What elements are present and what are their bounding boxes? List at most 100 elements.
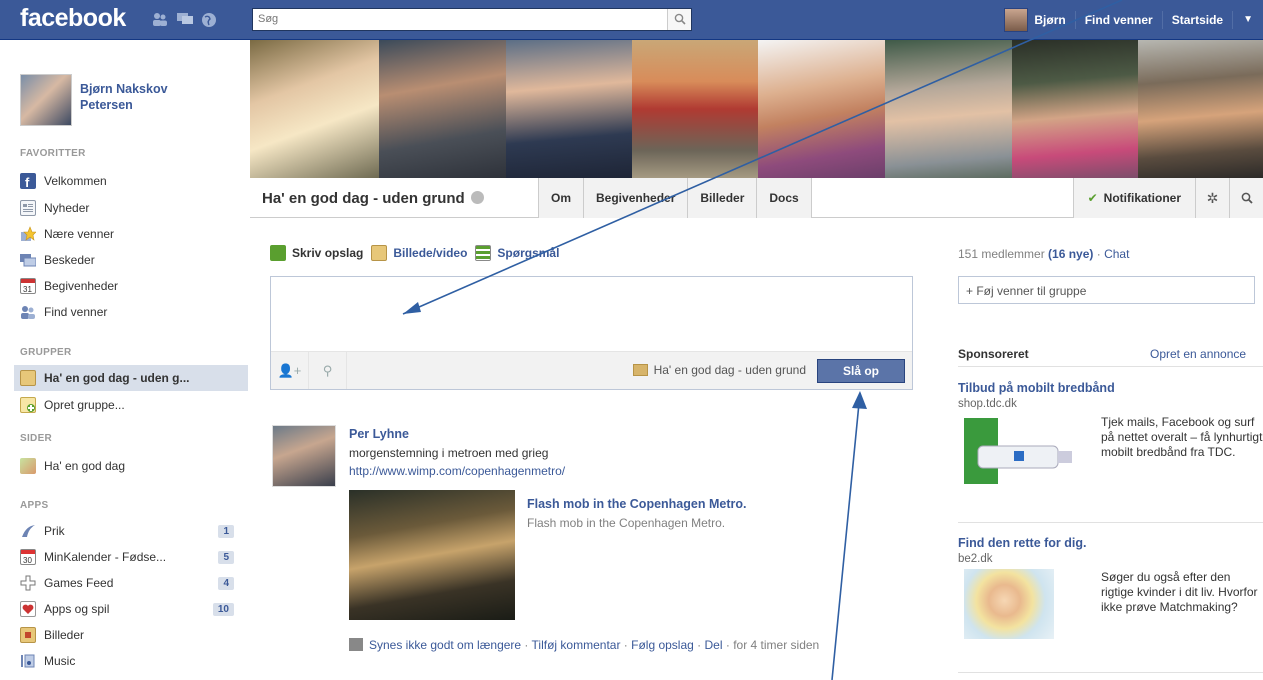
svg-text:30: 30 [23,556,32,564]
section-favorites: FAVORITTER [20,148,86,159]
cover-photo[interactable] [379,40,506,178]
cover-photo[interactable] [1012,40,1138,178]
cover-photo[interactable] [250,40,379,178]
author-avatar[interactable] [272,425,336,487]
sidebar-item-messages[interactable]: Beskeder [20,249,244,271]
sidebar-item-label: Ha' en god dag [44,459,126,473]
settings-gear-icon[interactable]: ✲ [1195,178,1229,218]
location-pin-icon[interactable]: ⚲ [309,352,347,389]
sidebar-item-apps-games[interactable]: Apps og spil 10 [20,598,244,620]
sidebar-item-label: Opret gruppe... [44,398,125,412]
sponsored-heading: Sponsoreret [958,347,1029,361]
group-title[interactable]: Ha' en god dag - uden grund [262,190,484,207]
ad-image[interactable] [964,418,1090,484]
attachment-thumbnail[interactable] [349,490,515,620]
sidebar-item-label: Beskeder [44,253,95,267]
facebook-logo[interactable]: facebook [20,4,126,33]
ad-title[interactable]: Find den rette for dig. [958,536,1086,550]
search-button[interactable] [667,9,691,30]
sidebar-item-find-friends[interactable]: Find venner [20,301,244,323]
profile-picture[interactable] [20,74,72,126]
globe-icon [470,191,484,204]
sidebar-item-poke[interactable]: Prik 1 [20,520,244,542]
composer-tab-question[interactable]: Spørgsmål [475,245,559,261]
ad-text: Søger du også efter den rigtige kvinder … [1101,570,1258,614]
composer-tab-photo-video[interactable]: Billede/video [371,245,467,261]
messages-icon[interactable] [177,12,193,27]
divider [958,366,1263,367]
cover-photo[interactable] [885,40,1012,178]
timestamp[interactable]: for 4 timer siden [733,638,819,652]
ad-url[interactable]: shop.tdc.dk [958,398,1017,410]
share-link[interactable]: Del [705,638,723,652]
sidebar-item-close-friends[interactable]: Nære venner [20,223,244,245]
members-count[interactable]: 151 medlemmer [958,247,1045,261]
sidebar-item-events[interactable]: 31 Begivenheder [20,275,244,297]
tab-photos[interactable]: Billeder [687,178,757,218]
account-menu-chevron-down-icon[interactable]: ▼ [1232,11,1263,29]
sidebar-item-welcome[interactable]: f Velkommen [20,170,244,192]
search-input[interactable]: Søg [252,8,692,31]
cover-photo[interactable] [758,40,885,178]
group-cover-photos [250,40,1263,178]
arrowhead [852,391,867,409]
ad-title[interactable]: Tilbud på mobilt bredbånd [958,381,1115,395]
messages-icon [20,252,37,268]
story-link[interactable]: http://www.wimp.com/copenhagenmetro/ [349,464,565,478]
sidebar-item-news[interactable]: Nyheder [20,197,244,219]
profile-name[interactable]: Bjørn Nakskov Petersen [80,81,200,113]
write-post-icon [270,245,286,261]
ad-text: Tjek mails, Facebook og surf på nettet o… [1101,415,1263,459]
story-author[interactable]: Per Lyhne [349,427,409,441]
tab-docs[interactable]: Docs [756,178,812,218]
comment-link[interactable]: Tilføj kommentar [532,638,621,652]
sidebar-item-music[interactable]: Music [20,650,244,672]
cover-photo[interactable] [632,40,758,178]
count-badge: 4 [218,576,234,590]
notifications-label: Notifikationer [1103,191,1181,205]
audience-label: Ha' en god dag - uden grund [653,363,806,377]
post-textarea[interactable] [271,277,912,351]
sidebar-item-calendar-app[interactable]: 30 MinKalender - Fødse... 5 [20,546,244,568]
tag-friends-icon[interactable]: 👤+ [271,352,309,389]
unlike-link[interactable]: Synes ikke godt om længere [369,638,521,652]
new-members[interactable]: (16 nye) [1048,247,1093,261]
attachment-title[interactable]: Flash mob in the Copenhagen Metro. [527,497,746,511]
group-title-text: Ha' en god dag - uden grund [262,190,465,207]
composer-tabs: Skriv opslag Billede/video Spørgsmål [270,245,567,261]
group-search-icon[interactable] [1229,178,1263,218]
cover-photo[interactable] [1138,40,1263,178]
chat-link[interactable]: Chat [1104,247,1129,261]
notifications-button[interactable]: ✔ Notifikationer [1072,178,1195,218]
sidebar-item-group-active[interactable]: Ha' en god dag - uden g... [14,365,248,391]
sidebar-item-photos[interactable]: Billeder [20,624,244,646]
profile-link[interactable]: Bjørn [1034,11,1074,29]
page-icon [20,458,36,474]
notifications-globe-icon[interactable] [201,12,217,27]
composer-tab-label: Spørgsmål [497,246,560,260]
friend-requests-icon[interactable] [152,12,168,27]
search-icon [674,13,686,25]
facebook-f-icon: f [20,173,36,190]
sidebar-item-games-feed[interactable]: Games Feed 4 [20,572,244,594]
tab-events[interactable]: Begivenheder [583,178,688,218]
svg-text:f: f [25,175,30,189]
ad-url[interactable]: be2.dk [958,553,993,565]
follow-post-link[interactable]: Følg opslag [631,638,694,652]
divider [958,672,1263,673]
apps-icon [20,601,36,617]
ad-image[interactable] [964,569,1054,639]
sidebar-item-create-group[interactable]: Opret gruppe... [20,394,244,416]
post-button[interactable]: Slå op [817,359,905,383]
home-link[interactable]: Startside [1161,11,1232,29]
audience-selector[interactable]: Ha' en god dag - uden grund [632,363,806,377]
film-icon [349,638,363,651]
avatar[interactable] [1004,8,1029,32]
create-ad-link[interactable]: Opret en annonce [1150,347,1246,361]
tab-about[interactable]: Om [538,178,584,218]
find-friends-link[interactable]: Find venner [1074,11,1162,29]
sidebar-item-page[interactable]: Ha' en god dag [20,455,244,477]
cover-photo[interactable] [506,40,632,178]
add-friends-input[interactable]: + Føj venner til gruppe [958,276,1255,304]
composer-tab-write-post[interactable]: Skriv opslag [270,245,363,261]
